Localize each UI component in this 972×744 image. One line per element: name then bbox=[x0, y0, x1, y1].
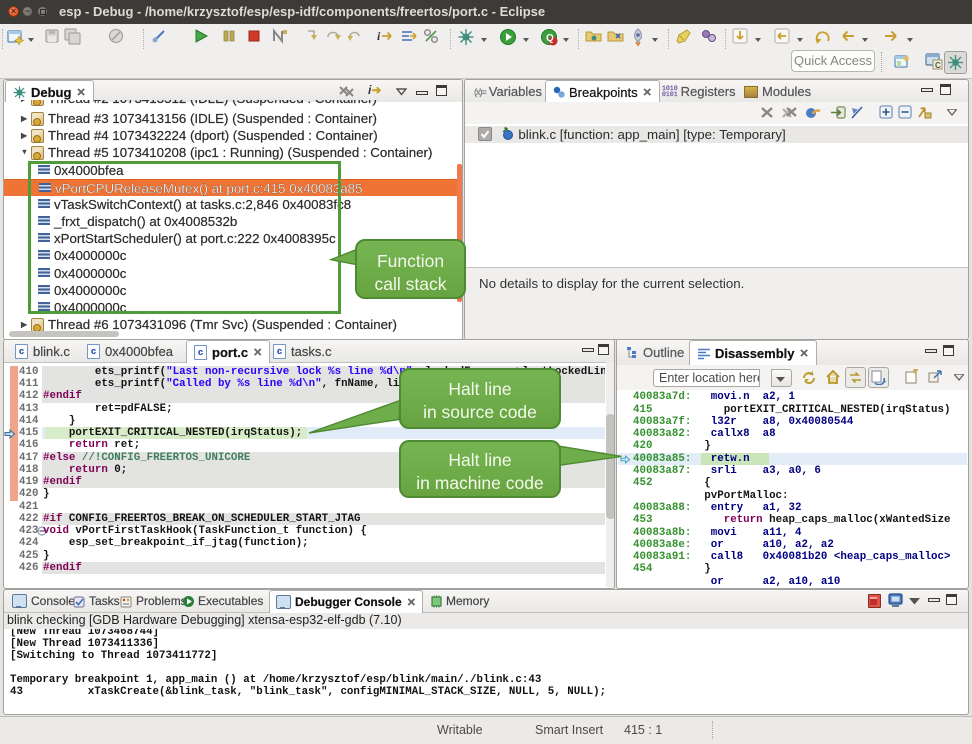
svg-text:C: C bbox=[935, 61, 941, 70]
svg-text:Q: Q bbox=[546, 33, 554, 44]
svg-text:i: i bbox=[377, 29, 381, 43]
